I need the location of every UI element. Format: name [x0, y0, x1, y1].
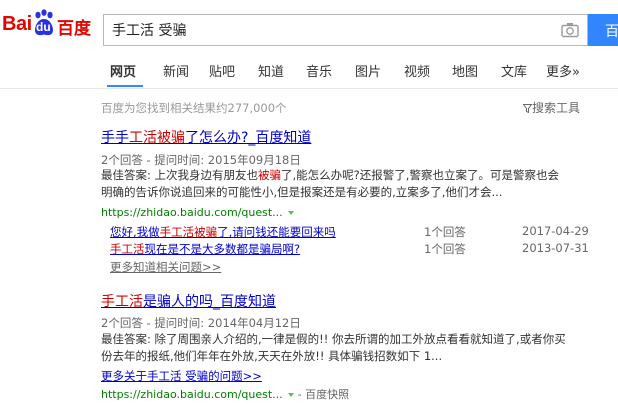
result-2-url-text: https://zhidao.baidu.com/quest...: [101, 388, 283, 401]
search-tools-button[interactable]: 搜索工具: [522, 99, 581, 116]
search-input[interactable]: [112, 20, 552, 40]
related-question-1[interactable]: 您好,我做手工活被骗了,请问钱还能要回来吗: [110, 224, 336, 240]
related-question-2-highlight: 手工活: [110, 242, 145, 256]
result-count: 百度为您找到相关结果约277,000个: [101, 101, 287, 115]
tab-music[interactable]: 音乐: [306, 61, 332, 80]
tab-zhidao[interactable]: 知道: [258, 61, 284, 80]
result-1-title-pre: 手手: [101, 130, 129, 146]
logo-du-text: du: [36, 20, 51, 34]
result-2-url[interactable]: https://zhidao.baidu.com/quest... - 百度快照: [101, 386, 349, 402]
tab-web[interactable]: 网页: [110, 61, 136, 80]
active-tab-indicator: [107, 85, 143, 87]
search-tools-label: 搜索工具: [532, 101, 581, 115]
related-question-1-pre: 您好,我做: [110, 225, 160, 239]
related-question-1-answers: 1个回答: [424, 225, 466, 239]
result-2-title[interactable]: 手工活是骗人的吗_百度知道: [101, 291, 276, 311]
result-2-abstract-line2: 份去年的报纸,他们年年在外放,天天在外放!! 具体骗钱招数如下 1...: [101, 349, 443, 363]
more-zhidao-link[interactable]: 更多知道相关问题>>: [110, 259, 221, 275]
filter-icon: [522, 104, 533, 114]
result-1-title-highlight: 工活被骗: [129, 130, 185, 146]
camera-icon[interactable]: [561, 22, 579, 38]
tab-images[interactable]: 图片: [355, 61, 381, 80]
result-1-abstract-line2: 明确的告诉你说追回来的可能性小,但是报案还是有必要的,立案多了,他们才会...: [101, 185, 503, 199]
logo-bai-text: Bai: [2, 13, 32, 35]
logo-cn-text: 百度: [57, 19, 91, 39]
result-1-url-text: https://zhidao.baidu.com/quest...: [101, 206, 283, 219]
header: Bai du 百度 百: [0, 0, 618, 52]
related-question-2-answers: 1个回答: [424, 242, 466, 256]
baidu-logo[interactable]: Bai du 百度: [2, 9, 92, 39]
more-related-questions-link[interactable]: 更多关于手工活 受骗的问题>>: [101, 368, 262, 384]
result-1-abstract: 最佳答案: 上次我身边有朋友也被骗了,能怎么办呢?还报警了,警察也立案了。可是警…: [101, 167, 601, 201]
result-1-abstract-pre: 最佳答案: 上次我身边有朋友也: [101, 168, 259, 182]
related-question-1-date: 2017-04-29: [522, 224, 589, 238]
related-question-1-highlight: 手工活被骗: [159, 225, 218, 239]
result-2-title-highlight: 手工活: [101, 294, 143, 310]
related-question-2-post: 现在是不是大多数都是骗局啊?: [144, 242, 301, 256]
result-1-title[interactable]: 手手工活被骗了怎么办?_百度知道: [101, 127, 311, 147]
search-box: [103, 14, 588, 46]
result-2-abstract: 最佳答案: 除了周围亲人介绍的,一律是假的!! 你去所谓的加工外放点看看就知道了…: [101, 331, 606, 365]
tab-more[interactable]: 更多»: [546, 61, 580, 80]
dropdown-arrow-icon[interactable]: [287, 393, 294, 397]
search-button[interactable]: 百: [588, 14, 618, 46]
related-question-2[interactable]: 手工活现在是不是大多数都是骗局啊?: [110, 241, 300, 257]
result-1-url[interactable]: https://zhidao.baidu.com/quest...: [101, 206, 294, 219]
tab-map[interactable]: 地图: [452, 61, 478, 80]
related-question-2-date: 2013-07-31: [522, 241, 589, 255]
result-1-title-post: 了怎么办?_百度知道: [185, 130, 312, 146]
result-1-abstract-highlight: 被骗: [258, 168, 282, 182]
search-tabs: 网页 新闻 贴吧 知道 音乐 图片 视频 地图 文库 更多»: [0, 52, 618, 89]
tab-news[interactable]: 新闻: [163, 61, 189, 80]
result-1-meta: 2个回答 - 提问时间: 2015年09月18日: [101, 153, 301, 167]
dropdown-arrow-icon[interactable]: [287, 211, 294, 215]
tab-wenku[interactable]: 文库: [501, 61, 527, 80]
result-2-title-post: 是骗人的吗_百度知道: [143, 294, 276, 310]
result-1-abstract-post: 了,能怎么办呢?还报警了,警察也立案了。可是警察也会: [281, 168, 559, 182]
snapshot-link[interactable]: - 百度快照: [298, 388, 349, 401]
tab-tieba[interactable]: 贴吧: [209, 61, 235, 80]
related-question-1-post: 了,请问钱还能要回来吗: [217, 225, 336, 239]
result-2-meta: 2个回答 - 提问时间: 2014年04月12日: [101, 316, 301, 330]
tab-video[interactable]: 视频: [404, 61, 430, 80]
result-2-abstract-line1: 最佳答案: 除了周围亲人介绍的,一律是假的!! 你去所谓的加工外放点看看就知道了…: [101, 332, 566, 346]
